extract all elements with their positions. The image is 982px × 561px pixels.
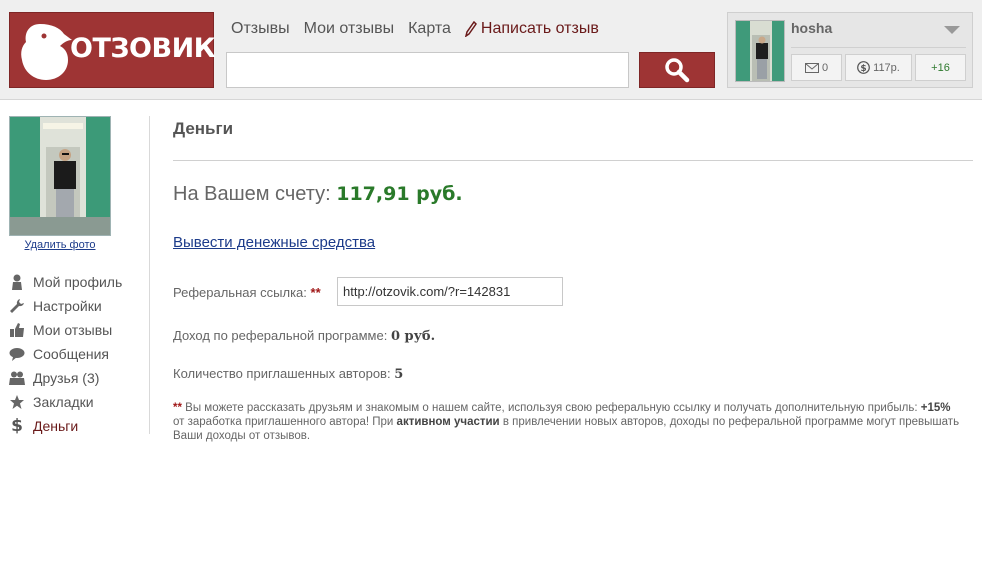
note-part1: Вы можете рассказать друзьям и знакомым …: [185, 402, 918, 414]
logo-bird-icon: [21, 24, 72, 80]
site-logo[interactable]: ОТЗОВИК: [9, 12, 216, 88]
referral-income: Доход по реферальной программе: 0 руб.: [173, 328, 435, 344]
search-icon: [665, 58, 690, 83]
profile-photo: [9, 116, 111, 236]
note-part2: от заработка приглашенного автора! При: [173, 416, 394, 428]
balance-button[interactable]: $ 117р.: [845, 54, 912, 81]
person-icon: [9, 274, 25, 290]
invited-label: Количество приглашенных авторов:: [173, 366, 391, 381]
nav-reviews[interactable]: Отзывы: [231, 20, 290, 38]
top-nav: Отзывы Мои отзывы Карта Написать отзыв: [231, 20, 599, 38]
referral-link-field[interactable]: [337, 277, 563, 306]
column-divider: [149, 116, 150, 434]
balance-amount: 117,91 руб.: [336, 183, 463, 205]
dollar-icon: $: [11, 416, 23, 436]
user-avatar[interactable]: [735, 20, 785, 82]
coin-icon: $: [857, 61, 871, 74]
balance-line: На Вашем счету: 117,91 руб.: [173, 183, 463, 206]
income-label: Доход по реферальной программе:: [173, 328, 388, 343]
nav-write-review[interactable]: Написать отзыв: [464, 20, 599, 38]
sidebar-item-label: Друзья (3): [33, 370, 100, 386]
sidebar-item-friends[interactable]: Друзья (3): [9, 366, 122, 390]
sidebar-item-messages[interactable]: Сообщения: [9, 342, 122, 366]
rating-value: +16: [931, 61, 950, 74]
wrench-icon: [9, 298, 25, 314]
sidebar-item-label: Мои отзывы: [33, 322, 113, 338]
note-active: активном участии: [396, 416, 500, 428]
sidebar-item-settings[interactable]: Настройки: [9, 294, 122, 318]
income-value: 0 руб.: [390, 329, 436, 344]
sidebar-item-bookmarks[interactable]: Закладки: [9, 390, 122, 414]
star-icon: [9, 394, 25, 410]
sidebar-item-label: Сообщения: [33, 346, 109, 362]
title-divider: [173, 160, 973, 161]
search-button[interactable]: [639, 52, 715, 88]
referral-label-text: Реферальная ссылка:: [173, 285, 307, 300]
note-percent: +15%: [920, 402, 951, 414]
user-name[interactable]: hosha: [791, 20, 832, 36]
user-menu-chevron-down-icon[interactable]: [944, 26, 960, 34]
page-title: Деньги: [173, 119, 234, 138]
referral-label: Реферальная ссылка: **: [173, 285, 321, 300]
nav-map[interactable]: Карта: [408, 20, 451, 38]
user-panel: hosha 0 $ 117р. +16: [727, 12, 973, 88]
thumbs-up-icon: [9, 322, 25, 338]
rating-button[interactable]: +16: [915, 54, 966, 81]
sidebar-item-label: Мой профиль: [33, 274, 123, 290]
svg-text:$: $: [861, 64, 867, 74]
user-panel-divider: [791, 47, 966, 48]
balance-short: 117р.: [873, 61, 900, 74]
balance-label: На Вашем счету:: [173, 183, 331, 205]
people-icon: [9, 370, 25, 386]
site-header: ОТЗОВИК Отзывы Мои отзывы Карта Написать…: [0, 0, 982, 100]
search-input[interactable]: [226, 52, 629, 88]
logo-text: ОТЗОВИК: [70, 33, 216, 64]
sidebar-item-my-reviews[interactable]: Мои отзывы: [9, 318, 122, 342]
withdraw-link[interactable]: Вывести денежные средства: [173, 234, 375, 251]
pencil-icon: [464, 21, 477, 37]
envelope-icon: [804, 62, 819, 73]
sidebar-item-label: Закладки: [33, 394, 94, 410]
required-mark: **: [310, 285, 321, 300]
referral-note: ** Вы можете рассказать друзьям и знаком…: [173, 401, 963, 443]
invited-value: 5: [394, 367, 404, 382]
sidebar-menu: Мой профиль Настройки Мои отзывы Сообщен…: [9, 270, 122, 438]
delete-photo-link[interactable]: Удалить фото: [9, 239, 111, 251]
nav-my-reviews[interactable]: Мои отзывы: [304, 20, 395, 38]
sidebar-item-label: Деньги: [33, 418, 79, 434]
sidebar-item-label: Настройки: [33, 298, 102, 314]
messages-button[interactable]: 0: [791, 54, 842, 81]
sidebar-item-money[interactable]: $ Деньги: [9, 414, 122, 438]
note-required-mark: **: [173, 402, 182, 414]
nav-write-review-label: Написать отзыв: [480, 20, 599, 37]
invited-authors: Количество приглашенных авторов: 5: [173, 366, 403, 382]
speech-bubble-icon: [9, 346, 25, 362]
profile-photo-image: [10, 117, 110, 235]
avatar-photo: [736, 21, 784, 81]
sidebar-item-profile[interactable]: Мой профиль: [9, 270, 122, 294]
messages-count: 0: [821, 61, 829, 74]
